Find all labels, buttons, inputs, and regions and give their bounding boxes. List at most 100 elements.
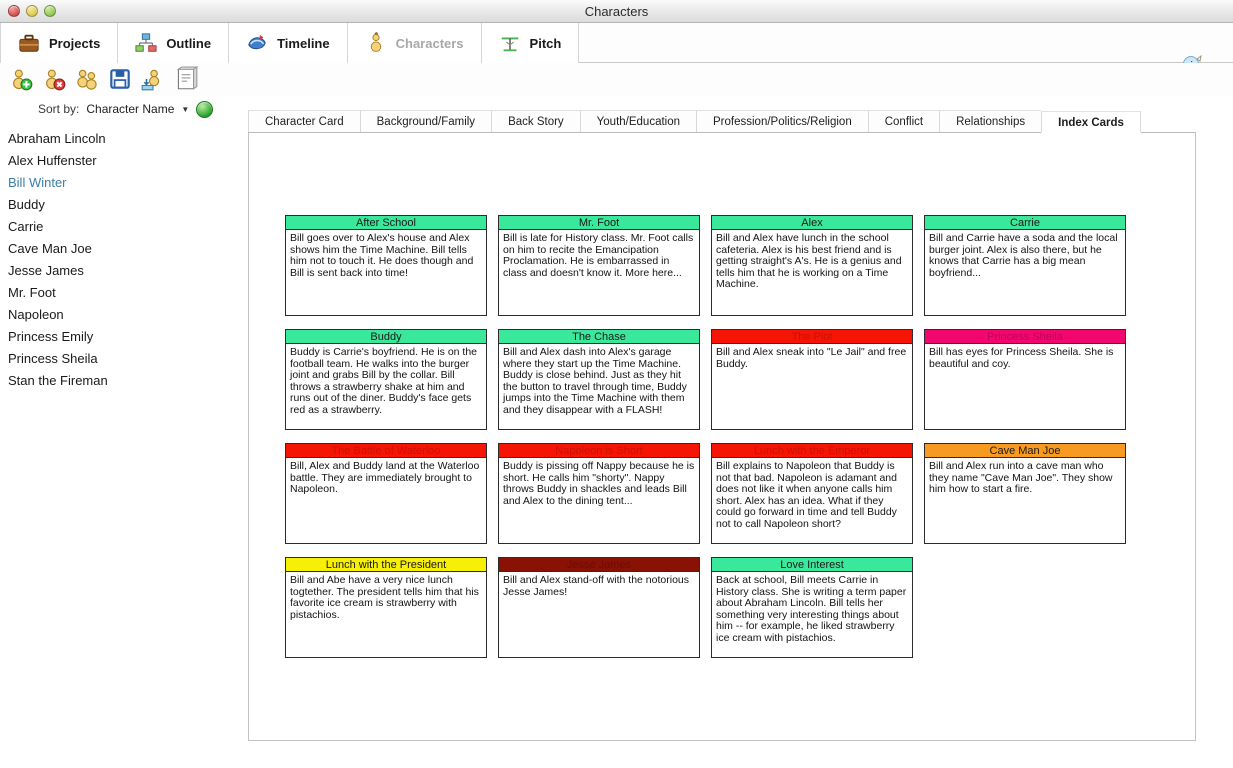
index-card[interactable]: Napoleon is Short Buddy is pissing off Na… xyxy=(498,443,700,544)
index-card-title[interactable]: Lunch with the Emperor xyxy=(712,444,912,458)
character-list-item[interactable]: Princess Sheila xyxy=(0,348,248,370)
character-list-item[interactable]: Bill Winter xyxy=(0,172,248,194)
character-delete-icon xyxy=(41,69,67,96)
index-card[interactable]: After School Bill goes over to Alex's hou… xyxy=(285,215,487,316)
index-card-body[interactable]: Bill, Alex and Buddy land at the Waterlo… xyxy=(286,458,486,543)
character-list-item[interactable]: Napoleon xyxy=(0,304,248,326)
index-card-body[interactable]: Bill and Alex run into a cave man who th… xyxy=(925,458,1125,543)
tab-background-family[interactable]: Background/Family xyxy=(359,110,492,132)
index-card-title[interactable]: Mr. Foot xyxy=(499,216,699,230)
sort-by-select[interactable]: Character Name xyxy=(86,102,174,116)
tab-profession-politics-religion[interactable]: Profession/Politics/Religion xyxy=(696,110,868,132)
index-card-body[interactable]: Bill and Alex dash into Alex's garage wh… xyxy=(499,344,699,429)
index-card-body[interactable]: Back at school, Bill meets Carrie in His… xyxy=(712,572,912,657)
tab-index-cards[interactable]: Index Cards xyxy=(1041,111,1141,133)
index-card-title[interactable]: Princess Sheila xyxy=(925,330,1125,344)
index-card-body[interactable]: Bill and Alex stand-off with the notorio… xyxy=(499,572,699,657)
tab-conflict[interactable]: Conflict xyxy=(867,110,940,132)
character-import-icon xyxy=(140,69,166,96)
detail-tabstrip: Character Card Background/Family Back Stor… xyxy=(248,110,1196,133)
index-card-title[interactable]: Cave Man Joe xyxy=(925,444,1125,458)
import-character-button[interactable] xyxy=(140,66,167,93)
book-report-icon xyxy=(173,66,199,96)
tab-character-card[interactable]: Character Card xyxy=(248,110,360,132)
application-window: Characters Projects Outline Timeline Charac… xyxy=(0,0,1233,768)
character-list-item[interactable]: Princess Emily xyxy=(0,326,248,348)
index-card-title[interactable]: After School xyxy=(286,216,486,230)
mode-tab-label: Pitch xyxy=(529,35,562,51)
index-card-title[interactable]: The Battle of Waterloo xyxy=(286,444,486,458)
index-card[interactable]: Lunch with the Emperor Bill explains to N… xyxy=(711,443,913,544)
save-floppy-icon xyxy=(107,69,133,96)
index-card-body[interactable]: Bill has eyes for Princess Sheila. She i… xyxy=(925,344,1125,429)
mode-tab-pitch[interactable]: Pitch xyxy=(481,23,580,63)
index-card-body[interactable]: Buddy is pissing off Nappy because he is… xyxy=(499,458,699,543)
index-card[interactable]: Love Interest Back at school, Bill meets … xyxy=(711,557,913,658)
index-card-title[interactable]: Buddy xyxy=(286,330,486,344)
window-titlebar: Characters xyxy=(0,0,1233,23)
report-button[interactable] xyxy=(173,66,200,93)
index-cards-panel: After School Bill goes over to Alex's hou… xyxy=(248,133,1196,741)
chevron-down-icon[interactable]: ▼ xyxy=(181,105,189,114)
delete-character-button[interactable] xyxy=(41,66,68,93)
mode-tab-label: Timeline xyxy=(277,35,330,51)
index-card-title[interactable]: The Plot xyxy=(712,330,912,344)
mode-tab-timeline[interactable]: Timeline xyxy=(229,23,348,63)
index-card-body[interactable]: Bill and Alex sneak into "Le Jail" and f… xyxy=(712,344,912,429)
tab-relationships[interactable]: Relationships xyxy=(939,110,1042,132)
character-list-item[interactable]: Mr. Foot xyxy=(0,282,248,304)
mode-tab-list: Projects Outline Timeline Characters Pitch xyxy=(0,23,1233,63)
characters-icon xyxy=(365,32,387,54)
globe-icon[interactable] xyxy=(196,100,214,118)
index-card[interactable]: Alex Bill and Alex have lunch in the scho… xyxy=(711,215,913,316)
mode-tab-projects[interactable]: Projects xyxy=(0,23,119,63)
index-card-title[interactable]: Alex xyxy=(712,216,912,230)
index-card-title[interactable]: Love Interest xyxy=(712,558,912,572)
index-card-title[interactable]: Carrie xyxy=(925,216,1125,230)
index-card[interactable]: Buddy Buddy is Carrie's boyfriend. He is … xyxy=(285,329,487,430)
index-card-title[interactable]: The Chase xyxy=(499,330,699,344)
tab-back-story[interactable]: Back Story xyxy=(491,110,580,132)
index-card[interactable]: The Chase Bill and Alex dash into Alex's … xyxy=(498,329,700,430)
index-card[interactable]: The Plot Bill and Alex sneak into "Le Jai… xyxy=(711,329,913,430)
index-card-body[interactable]: Bill and Carrie have a soda and the loca… xyxy=(925,230,1125,315)
index-card-body[interactable]: Buddy is Carrie's boyfriend. He is on th… xyxy=(286,344,486,429)
outline-tree-icon xyxy=(135,32,157,54)
character-list-item[interactable]: Jesse James xyxy=(0,260,248,282)
character-list-item[interactable]: Stan the Fireman xyxy=(0,370,248,392)
character-list-item[interactable]: Cave Man Joe xyxy=(0,238,248,260)
character-list-item[interactable]: Carrie xyxy=(0,216,248,238)
character-list-item[interactable]: Buddy xyxy=(0,194,248,216)
index-card-body[interactable]: Bill is late for History class. Mr. Foot… xyxy=(499,230,699,315)
duplicate-character-button[interactable] xyxy=(74,66,101,93)
index-card-body[interactable]: Bill goes over to Alex's house and Alex … xyxy=(286,230,486,315)
index-card-body[interactable]: Bill and Alex have lunch in the school c… xyxy=(712,230,912,315)
character-list-item[interactable]: Abraham Lincoln xyxy=(0,128,248,150)
character-duplicate-icon xyxy=(74,69,100,96)
index-card[interactable]: Carrie Bill and Carrie have a soda and th… xyxy=(924,215,1126,316)
index-card-body[interactable]: Bill and Abe have a very nice lunch togt… xyxy=(286,572,486,657)
add-character-button[interactable] xyxy=(8,66,35,93)
main-toolbar xyxy=(0,63,1233,96)
tab-youth-education[interactable]: Youth/Education xyxy=(579,110,697,132)
toolbar-button-row xyxy=(0,63,1233,96)
mode-tab-label: Outline xyxy=(166,35,212,51)
index-card[interactable]: The Battle of Waterloo Bill, Alex and Bud… xyxy=(285,443,487,544)
character-list-item[interactable]: Alex Huffenster xyxy=(0,150,248,172)
index-card[interactable]: Cave Man Joe Bill and Alex run into a cav… xyxy=(924,443,1126,544)
index-card-grid: After School Bill goes over to Alex's hou… xyxy=(285,215,1155,658)
mode-tab-characters[interactable]: Characters xyxy=(347,23,482,63)
index-card-body[interactable]: Bill explains to Napoleon that Buddy is … xyxy=(712,458,912,543)
index-card[interactable]: Jesse James Bill and Alex stand-off with … xyxy=(498,557,700,658)
timeline-icon xyxy=(246,32,268,54)
index-card[interactable]: Mr. Foot Bill is late for History class. … xyxy=(498,215,700,316)
index-card[interactable]: Princess Sheila Bill has eyes for Princes… xyxy=(924,329,1126,430)
index-card-title[interactable]: Jesse James xyxy=(499,558,699,572)
mode-tabbar: ProjectsOutlineTimelineCharactersPitch i xyxy=(0,23,1233,76)
pitch-icon xyxy=(499,32,521,54)
mode-tab-outline[interactable]: Outline xyxy=(118,23,230,63)
index-card-title[interactable]: Lunch with the President xyxy=(286,558,486,572)
index-card-title[interactable]: Napoleon is Short xyxy=(499,444,699,458)
index-card[interactable]: Lunch with the President Bill and Abe hav… xyxy=(285,557,487,658)
save-button[interactable] xyxy=(107,66,134,93)
